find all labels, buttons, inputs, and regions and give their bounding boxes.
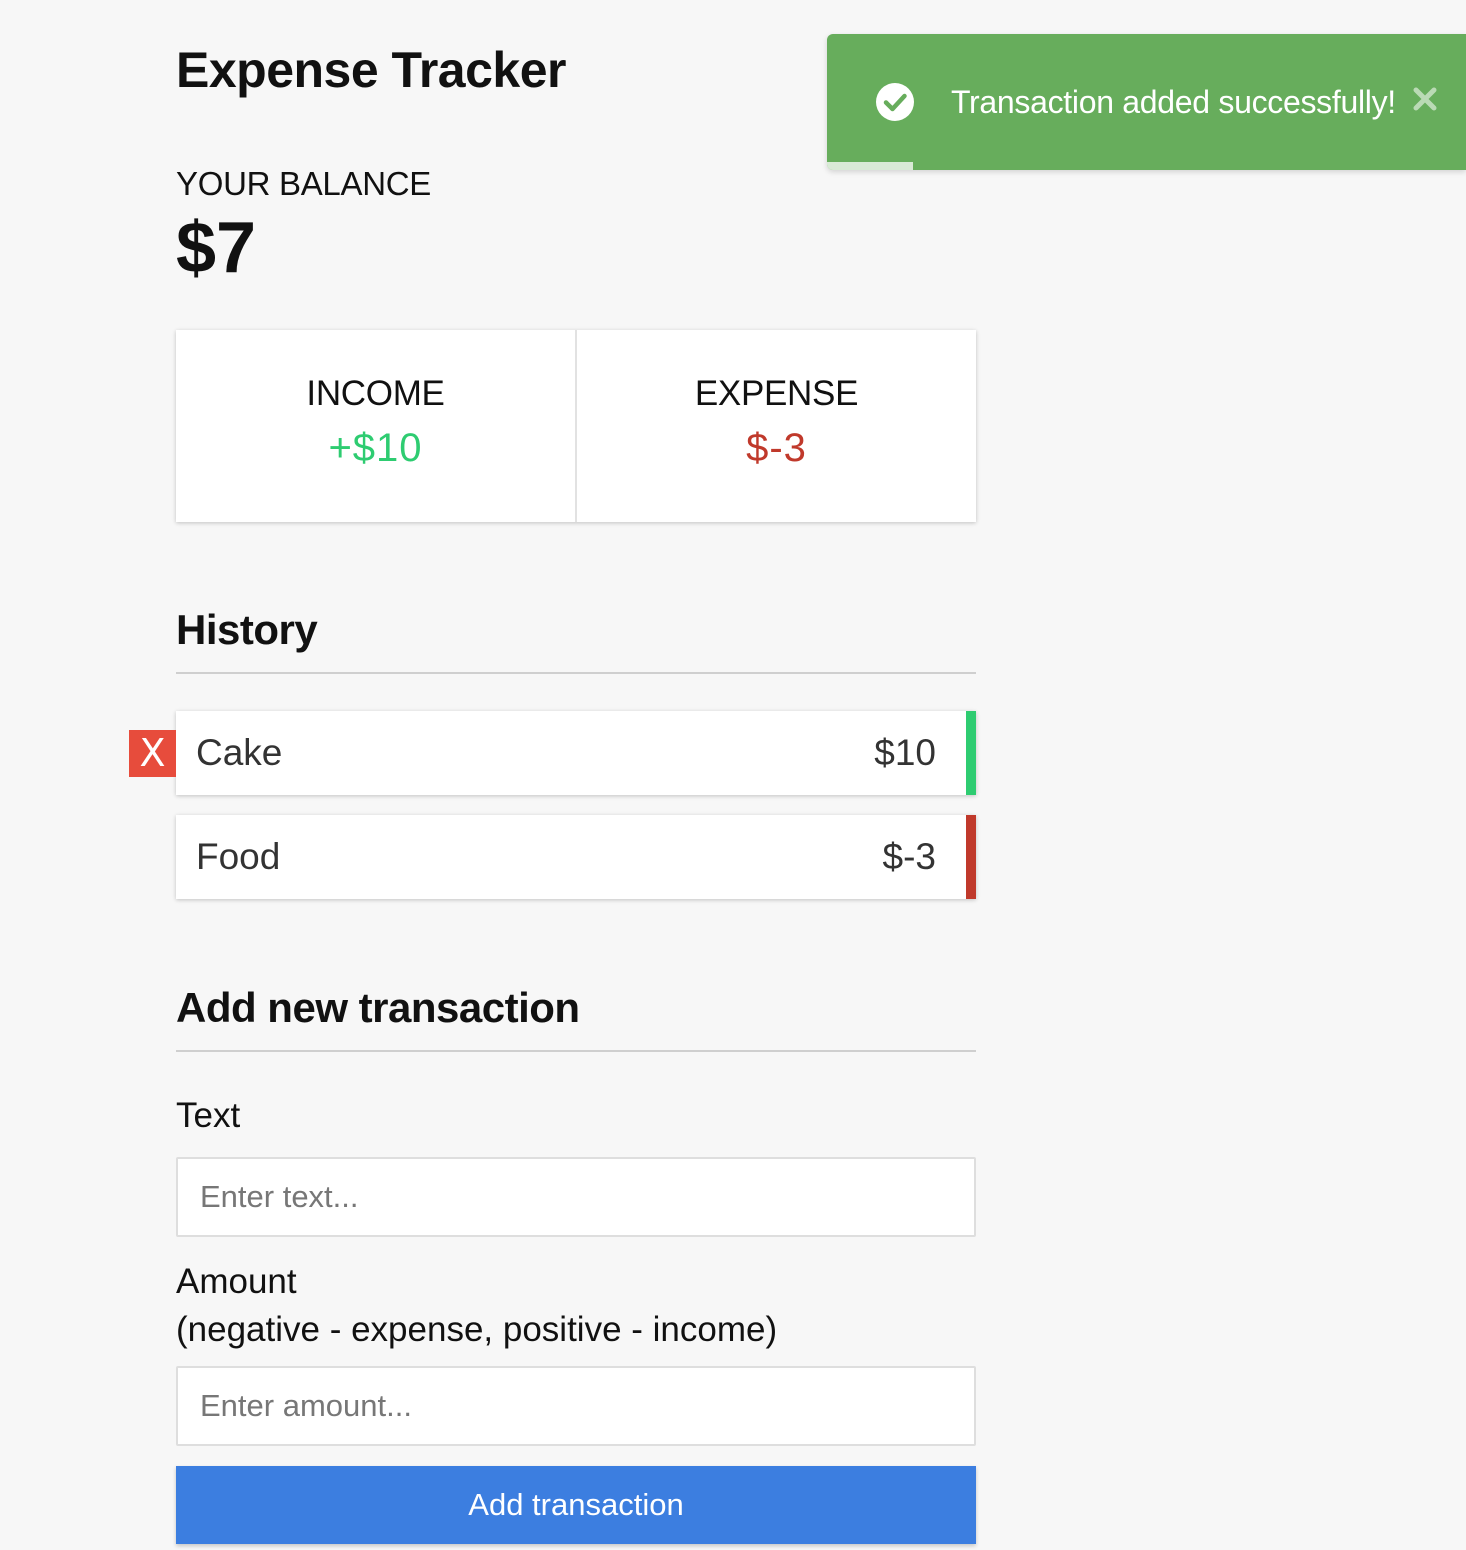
income-value: +$10 bbox=[328, 426, 423, 470]
amount-input[interactable] bbox=[176, 1366, 976, 1446]
close-icon[interactable] bbox=[1410, 84, 1440, 114]
expense-value: $-3 bbox=[746, 426, 807, 470]
income-expense-summary: INCOME +$10 EXPENSE $-3 bbox=[176, 330, 976, 522]
history-item-amount: $10 bbox=[874, 732, 936, 773]
success-toast[interactable]: Transaction added successfully! bbox=[827, 34, 1466, 170]
expense-label: EXPENSE bbox=[694, 374, 859, 413]
amount-hint: (negative - expense, positive - income) bbox=[176, 1310, 778, 1349]
income-summary: INCOME +$10 bbox=[176, 330, 575, 522]
history-item[interactable]: Food $-3 bbox=[176, 815, 976, 899]
expense-summary: EXPENSE $-3 bbox=[575, 330, 976, 522]
toast-progress-bar bbox=[827, 162, 914, 170]
check-circle-icon bbox=[876, 83, 914, 121]
history-item-amount: $-3 bbox=[882, 836, 936, 877]
page-title: Expense Tracker bbox=[176, 42, 567, 98]
history-item[interactable]: X Cake $10 bbox=[129, 711, 976, 795]
toast-message: Transaction added successfully! bbox=[951, 84, 1396, 120]
history-item-text: Cake bbox=[196, 732, 283, 773]
text-field-label: Text bbox=[176, 1096, 241, 1135]
income-label: INCOME bbox=[306, 374, 445, 413]
text-input[interactable] bbox=[176, 1157, 976, 1237]
amount-label-text: Amount bbox=[176, 1262, 297, 1301]
balance-value: $7 bbox=[176, 208, 257, 288]
history-title: History bbox=[176, 602, 976, 674]
delete-button[interactable]: X bbox=[129, 730, 176, 777]
history-item-text: Food bbox=[196, 836, 281, 877]
amount-field-label: Amount (negative - expense, positive - i… bbox=[176, 1260, 777, 1352]
balance-label: YOUR BALANCE bbox=[176, 165, 431, 202]
add-transaction-title: Add new transaction bbox=[176, 980, 976, 1052]
history-list: X Cake $10 Food $-3 bbox=[129, 711, 976, 919]
add-transaction-button[interactable]: Add transaction bbox=[176, 1466, 976, 1544]
